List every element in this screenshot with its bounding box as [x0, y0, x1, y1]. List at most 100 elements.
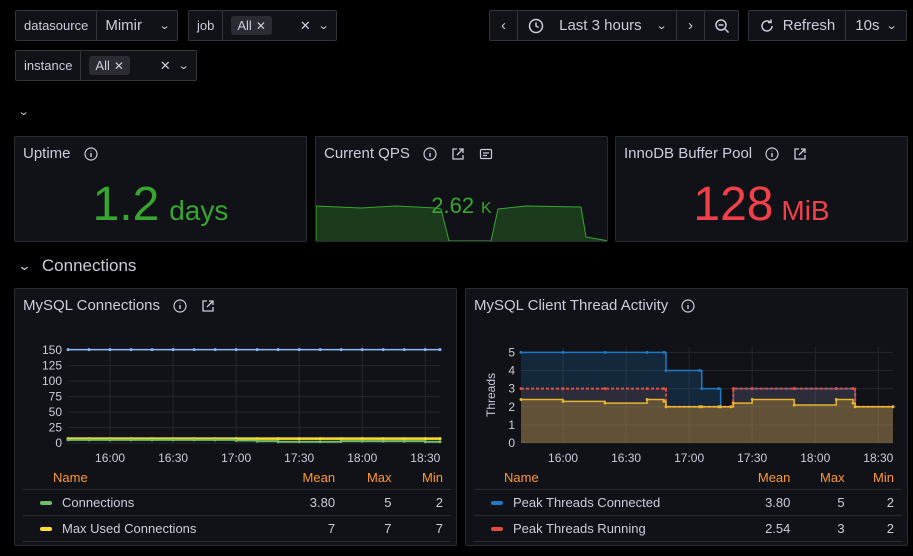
time-forward-button[interactable]: › [676, 10, 705, 41]
row-collapse-toggle[interactable]: ⌄ [18, 103, 30, 118]
data-point [423, 348, 427, 352]
series-min: 7 [399, 515, 451, 542]
legend-row[interactable]: Max Used Connections 7 7 7 [23, 515, 451, 542]
data-point [318, 348, 322, 352]
data-point [213, 438, 217, 442]
y-tick-label: 3 [508, 382, 515, 396]
external-link-icon[interactable] [792, 146, 808, 162]
data-point [717, 387, 721, 391]
x-tick-label: 17:30 [737, 451, 767, 465]
data-point [318, 440, 322, 444]
connections-chart[interactable]: 025 5075 100125 150 16:00 16:30 17:00 17:30 18:0… [15, 289, 458, 474]
data-point [66, 438, 70, 442]
data-point [731, 387, 735, 391]
series-max: 5 [343, 489, 400, 516]
data-point [318, 437, 322, 441]
data-point [561, 350, 565, 354]
info-icon[interactable] [764, 146, 780, 162]
series-name: Peak Threads Running [513, 521, 646, 536]
zoom-out-icon [714, 18, 729, 33]
series-min: 2 [399, 489, 451, 516]
series-max: 5 [798, 489, 853, 516]
data-point [700, 387, 704, 391]
instance-picker[interactable]: instance All ✕ ✕ ⌄ [15, 50, 197, 81]
connections-legend: Name Mean Max Min Connections 3.80 5 2 M… [23, 466, 451, 542]
refresh-icon [761, 19, 773, 32]
data-point [750, 398, 754, 402]
x-tick-label: 18:30 [410, 451, 440, 465]
series-max: 3 [798, 515, 853, 542]
legend-row[interactable]: Peak Threads Connected 3.80 5 2 [474, 489, 902, 516]
series-mean: 7 [275, 515, 344, 542]
x-tick-label: 17:00 [221, 451, 251, 465]
legend-row[interactable]: Peak Threads Running 2.54 3 2 [474, 515, 902, 542]
data-point [561, 399, 565, 403]
data-point [603, 387, 607, 391]
instance-tag[interactable]: All ✕ [89, 56, 130, 75]
data-point [519, 350, 523, 354]
innodb-value: 128 [693, 178, 774, 231]
x-tick-label: 16:00 [95, 451, 125, 465]
innodb-unit: MiB [781, 195, 830, 226]
data-point [402, 348, 406, 352]
data-point [664, 405, 668, 409]
y-tick-label: 1 [508, 418, 515, 432]
time-range-picker[interactable]: Last 3 hours ⌄ [517, 10, 677, 41]
y-tick-label: 150 [42, 343, 62, 357]
row-connections[interactable]: ⌄ Connections [17, 256, 136, 276]
data-point [519, 398, 523, 402]
chevron-down-icon: ⌄ [177, 60, 190, 72]
zoom-out-button[interactable] [704, 10, 739, 41]
data-point [645, 387, 649, 391]
remove-tag-icon[interactable]: ✕ [256, 19, 266, 33]
data-point [438, 437, 442, 441]
data-point [438, 348, 442, 352]
refresh-interval-picker[interactable]: 10s ⌄ [845, 10, 907, 41]
series-name: Peak Threads Connected [513, 495, 661, 510]
data-point [360, 348, 364, 352]
data-point [731, 401, 735, 405]
data-point [603, 401, 607, 405]
legend-header-max: Max [798, 466, 853, 490]
job-picker[interactable]: job All ✕ ✕ ⌄ [188, 10, 337, 41]
datasource-picker[interactable]: datasource Mimir ⌄ [15, 10, 178, 41]
data-point [519, 387, 523, 391]
data-point [234, 348, 238, 352]
data-point [87, 438, 91, 442]
data-point [423, 440, 427, 444]
remove-tag-icon[interactable]: ✕ [114, 59, 124, 73]
data-point [108, 438, 112, 442]
time-back-button[interactable]: ‹ [489, 10, 518, 41]
refresh-button[interactable]: Refresh [748, 10, 846, 41]
data-point [402, 439, 406, 443]
data-point [213, 348, 217, 352]
data-point [87, 348, 91, 352]
panel-title: Uptime [23, 145, 71, 162]
clear-icon[interactable]: ✕ [300, 18, 311, 34]
data-point [360, 439, 364, 443]
chevron-down-icon: ⌄ [886, 20, 899, 32]
series-min: 2 [852, 515, 902, 542]
y-tick-label: 5 [508, 345, 515, 359]
y-tick-label: 75 [49, 390, 63, 404]
legend-row[interactable]: Connections 3.80 5 2 [23, 489, 451, 516]
data-point [719, 405, 723, 409]
series-swatch [40, 500, 52, 505]
job-tag[interactable]: All ✕ [231, 16, 272, 35]
data-point [234, 439, 238, 443]
uptime-value: 1.2 [92, 178, 160, 231]
x-tick-label: 16:00 [548, 451, 578, 465]
qps-value: 2.62 [431, 193, 475, 218]
panel-title: InnoDB Buffer Pool [624, 145, 753, 162]
series-name: Max Used Connections [62, 521, 197, 536]
legend-header-max: Max [343, 466, 400, 490]
data-point [891, 405, 895, 409]
data-point [834, 398, 838, 402]
clear-icon[interactable]: ✕ [160, 58, 171, 74]
data-point [851, 387, 855, 391]
y-tick-label: 100 [42, 374, 62, 388]
info-icon[interactable] [83, 146, 99, 162]
data-point [171, 348, 175, 352]
threads-chart[interactable]: 0 1 2 3 4 5 16:00 16:30 17:00 17:30 18:00 18:30 Thre… [466, 289, 909, 474]
series-max: 7 [343, 515, 400, 542]
